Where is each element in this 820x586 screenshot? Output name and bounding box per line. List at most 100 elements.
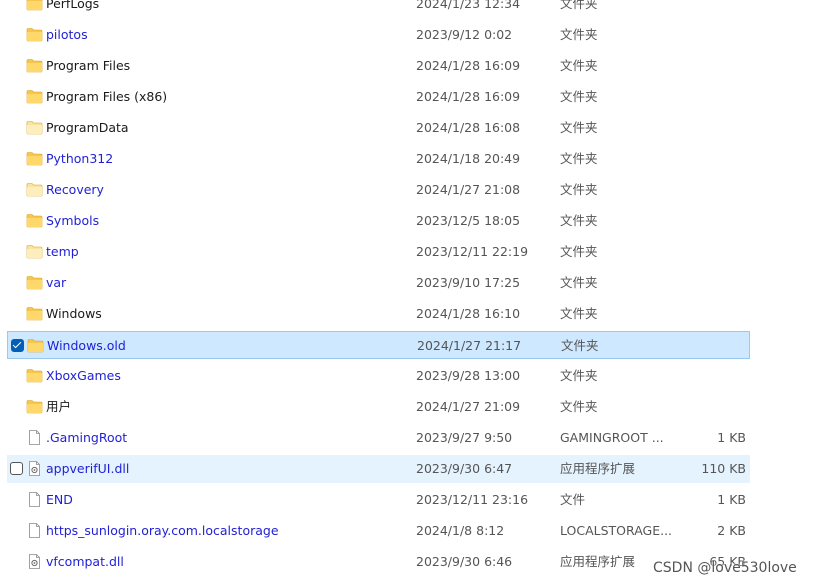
file-name[interactable]: Windows.old — [47, 338, 126, 354]
folder-icon — [26, 89, 43, 104]
file-row[interactable]: pilotos 2023/9/12 0:02 文件夹 — [7, 21, 750, 49]
file-name[interactable]: END — [46, 492, 73, 508]
file-name[interactable]: 用户 — [46, 399, 71, 415]
folder-icon — [26, 58, 43, 73]
file-modified-date: 2023/9/10 17:25 — [416, 275, 521, 290]
file-row[interactable]: Symbols 2023/12/5 18:05 文件夹 — [7, 207, 750, 235]
file-type: 文件夹 — [560, 275, 598, 290]
file-modified-date: 2023/12/11 23:16 — [416, 492, 529, 507]
dll-file-icon — [26, 461, 43, 476]
file-modified-date: 2023/12/11 22:19 — [416, 244, 529, 259]
file-name[interactable]: var — [46, 275, 66, 291]
file-row[interactable]: var 2023/9/10 17:25 文件夹 — [7, 269, 750, 297]
row-checkbox[interactable] — [10, 462, 23, 475]
file-type: 应用程序扩展 — [560, 554, 636, 569]
file-row[interactable]: PerfLogs 2024/1/23 12:34 文件夹 — [7, 0, 750, 18]
file-name[interactable]: temp — [46, 244, 79, 260]
file-row[interactable]: .GamingRoot 2023/9/27 9:50 GAMINGROOT ... 1… — [7, 424, 750, 452]
file-type: 文件夹 — [561, 338, 599, 353]
file-name[interactable]: Program Files — [46, 58, 130, 74]
file-name[interactable]: Symbols — [46, 213, 99, 229]
folder-icon-hidden — [26, 182, 43, 197]
file-name[interactable]: ProgramData — [46, 120, 129, 136]
file-row[interactable]: 用户 2024/1/27 21:09 文件夹 — [7, 393, 750, 421]
folder-icon-hidden — [26, 244, 43, 259]
file-modified-date: 2024/1/27 21:09 — [416, 399, 521, 414]
file-modified-date: 2024/1/28 16:10 — [416, 306, 521, 321]
file-list: PerfLogs 2024/1/23 12:34 文件夹 pilotos 2023/9/… — [0, 0, 820, 586]
file-name[interactable]: pilotos — [46, 27, 88, 43]
file-name[interactable]: Windows — [46, 306, 102, 322]
file-modified-date: 2024/1/23 12:34 — [416, 0, 521, 11]
file-size: 1 KB — [717, 430, 746, 445]
file-modified-date: 2024/1/27 21:17 — [417, 338, 522, 353]
folder-icon — [26, 0, 43, 11]
watermark: CSDN @love530love — [653, 560, 797, 576]
file-type: GAMINGROOT ... — [560, 430, 664, 445]
file-name[interactable]: Program Files (x86) — [46, 89, 167, 105]
file-name[interactable]: PerfLogs — [46, 0, 99, 12]
file-name[interactable]: appverifUI.dll — [46, 461, 129, 477]
file-type: 文件夹 — [560, 306, 598, 321]
file-type: 文件夹 — [560, 213, 598, 228]
file-type: 文件夹 — [560, 89, 598, 104]
file-name[interactable]: vfcompat.dll — [46, 554, 124, 570]
file-type: 文件夹 — [560, 399, 598, 414]
folder-icon — [26, 151, 43, 166]
file-modified-date: 2023/9/30 6:47 — [416, 461, 513, 476]
file-modified-date: 2023/9/30 6:46 — [416, 554, 513, 569]
file-modified-date: 2024/1/27 21:08 — [416, 182, 521, 197]
file-row[interactable]: Recovery 2024/1/27 21:08 文件夹 — [7, 176, 750, 204]
file-name[interactable]: https_sunlogin.oray.com.localstorage — [46, 523, 279, 539]
file-row[interactable]: Windows.old 2024/1/27 21:17 文件夹 — [7, 331, 750, 359]
folder-icon — [26, 368, 43, 383]
folder-icon — [26, 275, 43, 290]
file-modified-date: 2024/1/28 16:09 — [416, 89, 521, 104]
file-row[interactable]: Windows 2024/1/28 16:10 文件夹 — [7, 300, 750, 328]
file-type: 文件夹 — [560, 244, 598, 259]
file-type: 文件夹 — [560, 0, 598, 11]
folder-icon — [26, 27, 43, 42]
file-icon — [26, 492, 43, 507]
file-type: 文件夹 — [560, 182, 598, 197]
dll-file-icon — [26, 554, 43, 569]
file-type: LOCALSTORAGE... — [560, 523, 673, 538]
file-row[interactable]: ProgramData 2024/1/28 16:08 文件夹 — [7, 114, 750, 142]
file-row[interactable]: vfcompat.dll 2023/9/30 6:46 应用程序扩展 65 KB — [7, 548, 750, 576]
file-row[interactable]: appverifUI.dll 2023/9/30 6:47 应用程序扩展 110 KB — [7, 455, 750, 483]
file-row[interactable]: Program Files 2024/1/28 16:09 文件夹 — [7, 52, 750, 80]
folder-icon-hidden — [26, 120, 43, 135]
file-type: 文件 — [560, 492, 586, 507]
file-row[interactable]: https_sunlogin.oray.com.localstorage 2024… — [7, 517, 750, 545]
folder-icon — [27, 338, 44, 353]
row-checkbox[interactable] — [11, 339, 24, 352]
file-modified-date: 2023/9/28 13:00 — [416, 368, 521, 383]
file-row[interactable]: XboxGames 2023/9/28 13:00 文件夹 — [7, 362, 750, 390]
file-name[interactable]: Python312 — [46, 151, 113, 167]
file-type: 应用程序扩展 — [560, 461, 636, 476]
file-modified-date: 2023/9/27 9:50 — [416, 430, 513, 445]
file-row[interactable]: END 2023/12/11 23:16 文件 1 KB — [7, 486, 750, 514]
file-name[interactable]: Recovery — [46, 182, 104, 198]
file-row[interactable]: temp 2023/12/11 22:19 文件夹 — [7, 238, 750, 266]
folder-icon — [26, 306, 43, 321]
file-row[interactable]: Python312 2024/1/18 20:49 文件夹 — [7, 145, 750, 173]
folder-icon — [26, 213, 43, 228]
file-modified-date: 2023/12/5 18:05 — [416, 213, 521, 228]
file-name[interactable]: .GamingRoot — [46, 430, 127, 446]
file-icon — [26, 523, 43, 538]
folder-icon — [26, 399, 43, 414]
file-size: 2 KB — [717, 523, 746, 538]
file-modified-date: 2024/1/8 8:12 — [416, 523, 505, 538]
file-type: 文件夹 — [560, 151, 598, 166]
file-row[interactable]: Program Files (x86) 2024/1/28 16:09 文件夹 — [7, 83, 750, 111]
file-type: 文件夹 — [560, 58, 598, 73]
file-name[interactable]: XboxGames — [46, 368, 121, 384]
file-modified-date: 2024/1/18 20:49 — [416, 151, 521, 166]
file-modified-date: 2024/1/28 16:09 — [416, 58, 521, 73]
file-size: 1 KB — [717, 492, 746, 507]
file-size: 110 KB — [701, 461, 746, 476]
file-type: 文件夹 — [560, 368, 598, 383]
file-type: 文件夹 — [560, 27, 598, 42]
file-modified-date: 2023/9/12 0:02 — [416, 27, 513, 42]
